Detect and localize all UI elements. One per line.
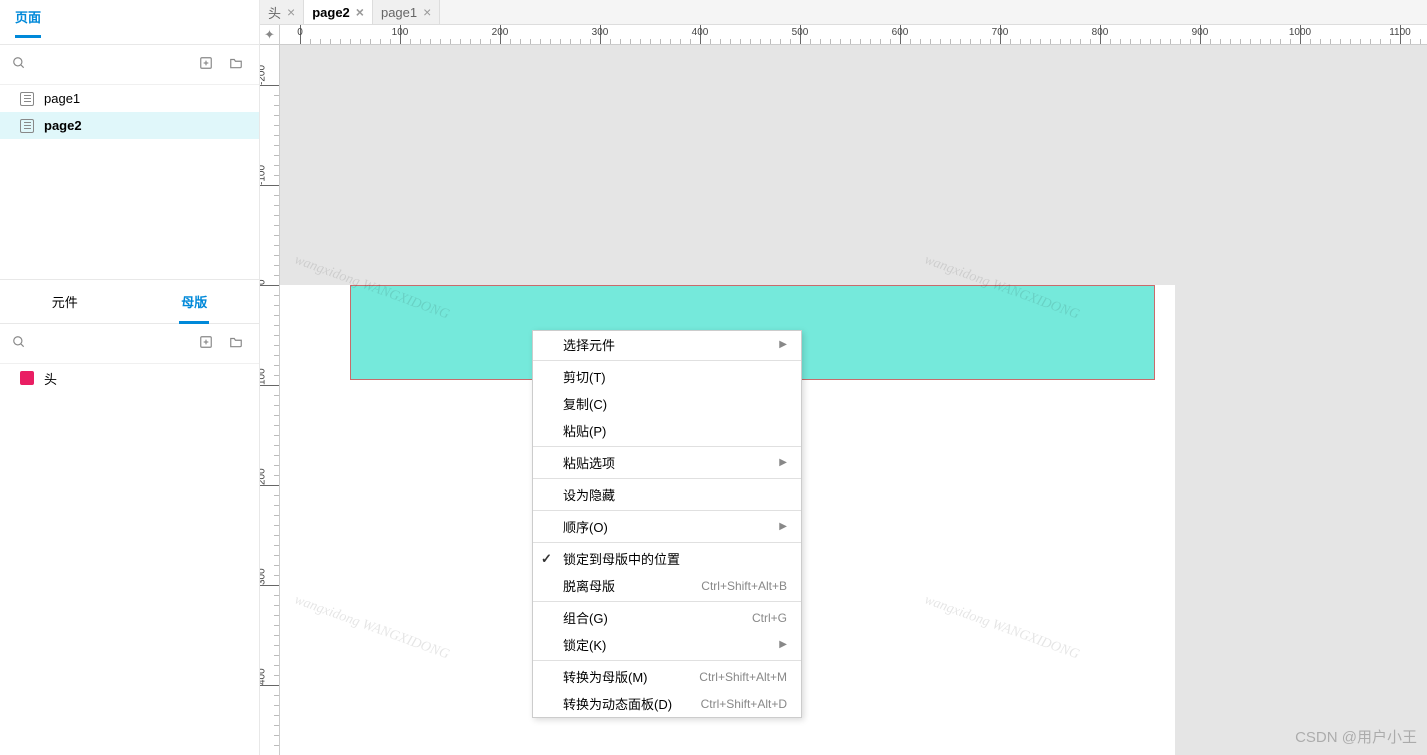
menu-separator: [533, 542, 801, 543]
master-icon: [20, 371, 34, 385]
menu-separator: [533, 446, 801, 447]
page-item-label: page2: [44, 118, 82, 133]
pages-tab[interactable]: 页面: [15, 7, 41, 38]
close-icon[interactable]: ×: [423, 4, 431, 20]
menu-item-label: 复制(C): [563, 394, 607, 413]
menu-item-label: 选择元件: [563, 335, 615, 354]
menu-item-label: 剪切(T): [563, 367, 606, 386]
menu-item[interactable]: 转换为母版(M) Ctrl+Shift+Alt+M: [533, 663, 801, 690]
tab-page2[interactable]: page2 ×: [304, 0, 373, 24]
menu-shortcut: Ctrl+G: [752, 611, 787, 625]
add-master-icon[interactable]: [195, 333, 217, 354]
menu-separator: [533, 360, 801, 361]
page-item-page2[interactable]: page2: [0, 112, 259, 139]
close-icon[interactable]: ×: [287, 4, 295, 20]
tab-components[interactable]: 元件: [0, 279, 130, 324]
menu-item[interactable]: 转换为动态面板(D) Ctrl+Shift+Alt+D: [533, 690, 801, 717]
menu-item-label: 粘贴选项: [563, 453, 615, 472]
master-item[interactable]: 头: [0, 364, 259, 392]
tab-label: page1: [381, 5, 417, 20]
folder-icon[interactable]: [225, 54, 247, 75]
pages-search-row: [0, 45, 259, 85]
menu-item-label: 转换为动态面板(D): [563, 694, 672, 713]
menu-item[interactable]: 选择元件 ▶: [533, 331, 801, 358]
menu-item-label: 转换为母版(M): [563, 667, 648, 686]
check-icon: ✓: [541, 551, 552, 567]
menu-shortcut: Ctrl+Shift+Alt+B: [701, 579, 787, 593]
sidebar-header: 页面: [0, 0, 259, 45]
menu-shortcut: Ctrl+Shift+Alt+D: [701, 697, 787, 711]
menu-item[interactable]: 粘贴(P): [533, 417, 801, 444]
folder-icon[interactable]: [225, 333, 247, 354]
close-icon[interactable]: ×: [356, 4, 364, 20]
menu-separator: [533, 478, 801, 479]
menu-separator: [533, 601, 801, 602]
menu-item-label: 锁定到母版中的位置: [563, 549, 680, 568]
menu-item[interactable]: 脱离母版 Ctrl+Shift+Alt+B: [533, 572, 801, 599]
canvas[interactable]: 头部 wangxidong WANGXIDONG wangxidong WANG…: [280, 45, 1427, 755]
page-list: page1 page2: [0, 85, 259, 139]
tab-strip: 头×page2×page1×: [260, 0, 1427, 25]
menu-separator: [533, 660, 801, 661]
page-icon: [20, 119, 34, 133]
tab-label: 头: [268, 3, 281, 22]
add-page-icon[interactable]: [195, 54, 217, 75]
main: 头×page2×page1× ✦ 01002003004005006007008…: [260, 0, 1427, 755]
menu-item[interactable]: ✓ 锁定到母版中的位置: [533, 545, 801, 572]
menu-shortcut: Ctrl+Shift+Alt+M: [699, 670, 787, 684]
tab-page1[interactable]: page1 ×: [373, 0, 440, 24]
tab-label: page2: [312, 5, 350, 20]
menu-separator: [533, 510, 801, 511]
menu-item[interactable]: 复制(C): [533, 390, 801, 417]
ruler-vertical[interactable]: -200-1000100200300400500: [260, 45, 280, 755]
chevron-right-icon: ▶: [779, 521, 787, 532]
page-item-page1[interactable]: page1: [0, 85, 259, 112]
chevron-right-icon: ▶: [779, 339, 787, 350]
search-icon[interactable]: [12, 56, 187, 73]
tab-头[interactable]: 头×: [260, 0, 304, 24]
master-item-label: 头: [44, 369, 57, 388]
menu-item-label: 脱离母版: [563, 576, 615, 595]
page-icon: [20, 92, 34, 106]
chevron-right-icon: ▶: [779, 457, 787, 468]
menu-item[interactable]: 组合(G) Ctrl+G: [533, 604, 801, 631]
menu-item[interactable]: 剪切(T): [533, 363, 801, 390]
menu-item[interactable]: 设为隐藏: [533, 481, 801, 508]
menu-item-label: 设为隐藏: [563, 485, 615, 504]
ruler-corner[interactable]: ✦: [260, 25, 280, 45]
sidebar: 页面 page1 page2 元件 母版: [0, 0, 260, 755]
menu-item[interactable]: 锁定(K) ▶: [533, 631, 801, 658]
menu-item-label: 粘贴(P): [563, 421, 606, 440]
ruler-horizontal[interactable]: 0100200300400500600700800900100011001200…: [280, 25, 1427, 45]
search-icon[interactable]: [12, 335, 187, 352]
menu-item[interactable]: 粘贴选项 ▶: [533, 449, 801, 476]
mid-tabs: 元件 母版: [0, 279, 259, 324]
masters-search-row: [0, 324, 259, 364]
page-item-label: page1: [44, 91, 80, 106]
menu-item-label: 锁定(K): [563, 635, 606, 654]
menu-item[interactable]: 顺序(O) ▶: [533, 513, 801, 540]
chevron-right-icon: ▶: [779, 639, 787, 650]
tab-masters[interactable]: 母版: [130, 279, 260, 324]
menu-item-label: 组合(G): [563, 608, 608, 627]
menu-item-label: 顺序(O): [563, 517, 608, 536]
context-menu: 选择元件 ▶ 剪切(T) 复制(C) 粘贴(P) 粘贴选项 ▶ 设为隐藏顺序(O) ▶ ✓ 锁定到母…: [532, 330, 802, 718]
